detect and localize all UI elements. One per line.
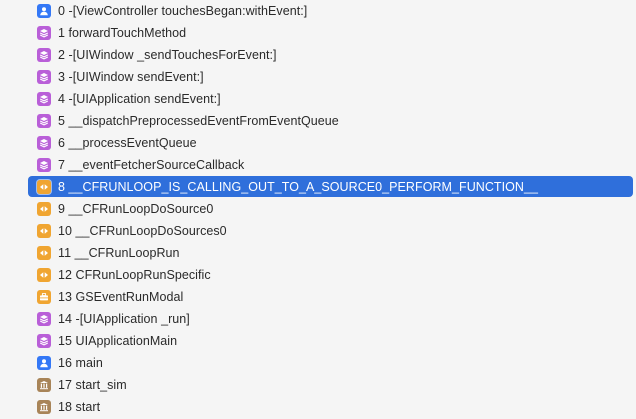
library-icon — [37, 377, 51, 392]
stack-frame-row[interactable]: 14 -[UIApplication _run] — [28, 308, 633, 329]
stack-frame-label: 2 -[UIWindow _sendTouchesForEvent:] — [58, 47, 277, 62]
stack-icon — [37, 135, 51, 150]
stack-frame-label: 14 -[UIApplication _run] — [58, 311, 190, 326]
stack-frame-label: 15 UIApplicationMain — [58, 333, 178, 348]
stack-frame-label: 17 start_sim — [58, 377, 127, 392]
stack-frame-label: 3 -[UIWindow sendEvent:] — [58, 69, 204, 84]
stack-icon — [37, 311, 51, 326]
stack-frame-row[interactable]: 4 -[UIApplication sendEvent:] — [28, 88, 633, 109]
library-icon — [37, 399, 51, 414]
stack-frame-label: 8 __CFRUNLOOP_IS_CALLING_OUT_TO_A_SOURCE… — [58, 179, 538, 194]
stack-frame-label: 12 CFRunLoopRunSpecific — [58, 267, 211, 282]
runloop-icon — [37, 179, 51, 194]
stack-frame-row[interactable]: 3 -[UIWindow sendEvent:] — [28, 66, 633, 87]
stack-frame-row[interactable]: 7 __eventFetcherSourceCallback — [28, 154, 633, 175]
runloop-icon — [37, 201, 51, 216]
person-icon — [37, 3, 51, 18]
stack-frame-label: 1 forwardTouchMethod — [58, 25, 187, 40]
stack-icon — [37, 69, 51, 84]
stack-icon — [37, 157, 51, 172]
stack-frame-row[interactable]: 6 __processEventQueue — [28, 132, 633, 153]
stack-icon — [37, 91, 51, 106]
stack-frame-label: 9 __CFRunLoopDoSource0 — [58, 201, 214, 216]
stack-frame-list: 0 -[ViewController touchesBegan:withEven… — [0, 0, 636, 419]
toolbox-icon — [37, 289, 51, 304]
runloop-icon — [37, 267, 51, 282]
stack-frame-row[interactable]: 11 __CFRunLoopRun — [28, 242, 633, 263]
stack-frame-label: 4 -[UIApplication sendEvent:] — [58, 91, 221, 106]
stack-frame-row[interactable]: 12 CFRunLoopRunSpecific — [28, 264, 633, 285]
stack-frame-label: 16 main — [58, 355, 103, 370]
person-icon — [37, 355, 51, 370]
stack-frame-row[interactable]: 10 __CFRunLoopDoSources0 — [28, 220, 633, 241]
stack-frame-row[interactable]: 16 main — [28, 352, 633, 373]
stack-frame-label: 10 __CFRunLoopDoSources0 — [58, 223, 227, 238]
stack-icon — [37, 113, 51, 128]
stack-frame-label: 0 -[ViewController touchesBegan:withEven… — [58, 3, 308, 18]
stack-frame-label: 11 __CFRunLoopRun — [58, 245, 180, 260]
stack-frame-row[interactable]: 15 UIApplicationMain — [28, 330, 633, 351]
runloop-icon — [37, 223, 51, 238]
stack-frame-label: 5 __dispatchPreprocessedEventFromEventQu… — [58, 113, 339, 128]
runloop-icon — [37, 245, 51, 260]
stack-frame-row[interactable]: 0 -[ViewController touchesBegan:withEven… — [28, 0, 633, 21]
stack-frame-row[interactable]: 13 GSEventRunModal — [28, 286, 633, 307]
stack-frame-row[interactable]: 1 forwardTouchMethod — [28, 22, 633, 43]
stack-frame-label: 6 __processEventQueue — [58, 135, 197, 150]
stack-frame-row[interactable]: 17 start_sim — [28, 374, 633, 395]
stack-frame-row[interactable]: 18 start — [28, 396, 633, 417]
stack-frame-label: 18 start — [58, 399, 101, 414]
stack-frame-row[interactable]: 2 -[UIWindow _sendTouchesForEvent:] — [28, 44, 633, 65]
stack-frame-row[interactable]: 5 __dispatchPreprocessedEventFromEventQu… — [28, 110, 633, 131]
stack-frame-row[interactable]: 9 __CFRunLoopDoSource0 — [28, 198, 633, 219]
stack-icon — [37, 333, 51, 348]
stack-frame-label: 7 __eventFetcherSourceCallback — [58, 157, 245, 172]
stack-icon — [37, 47, 51, 62]
stack-frame-label: 13 GSEventRunModal — [58, 289, 184, 304]
stack-icon — [37, 25, 51, 40]
stack-frame-row[interactable]: 8 __CFRUNLOOP_IS_CALLING_OUT_TO_A_SOURCE… — [28, 176, 633, 197]
